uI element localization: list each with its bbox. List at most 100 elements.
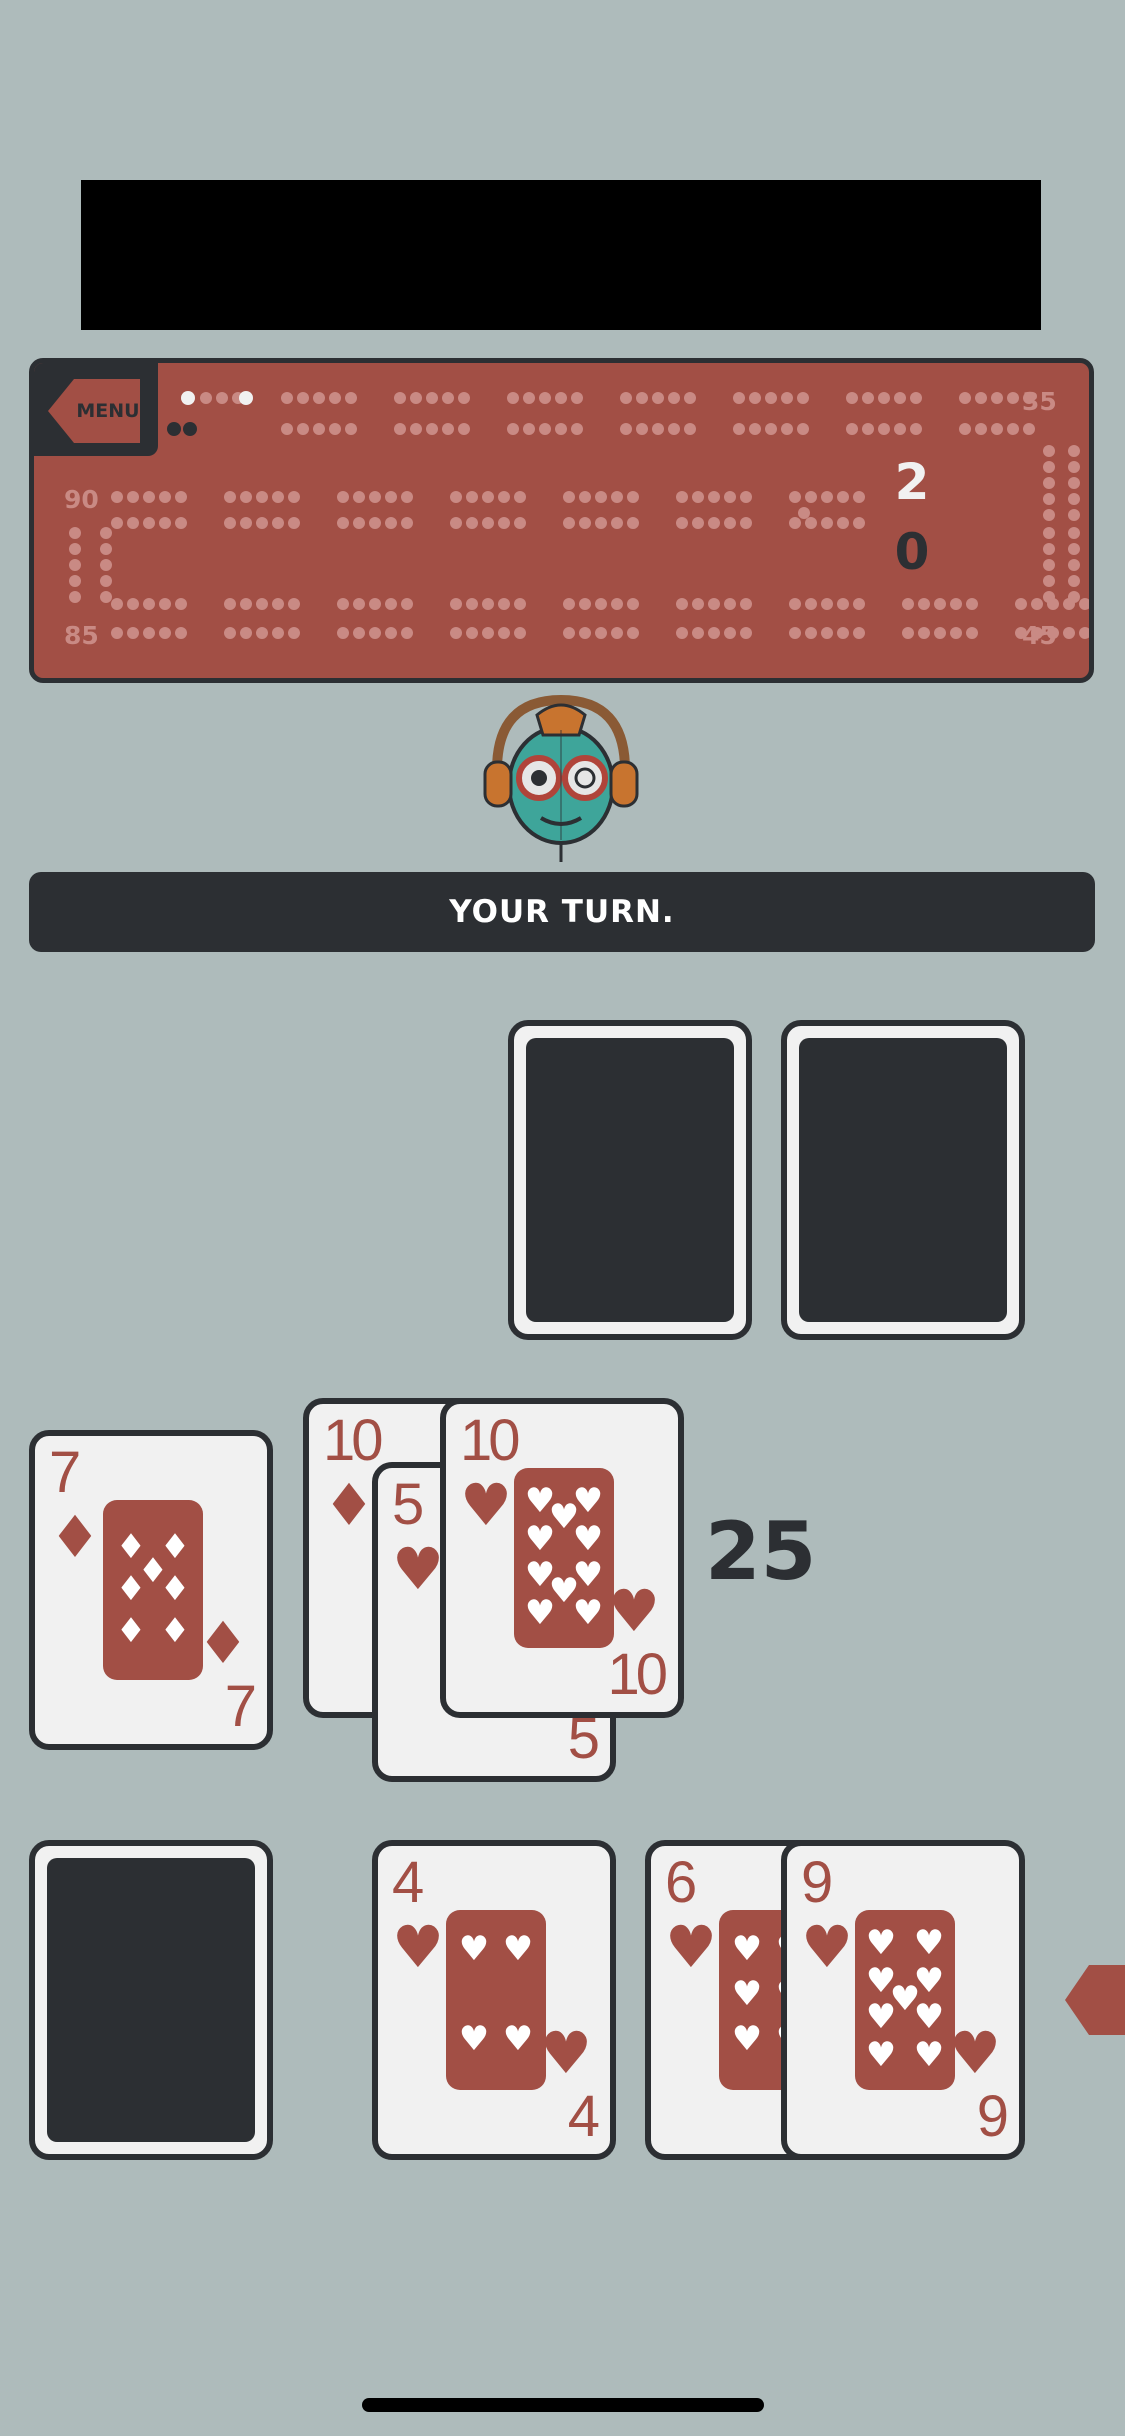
peg-hole: [523, 423, 535, 435]
ad-banner[interactable]: [81, 180, 1041, 330]
peg-hole: [200, 392, 212, 404]
peg-hole: [708, 627, 720, 639]
peg-hole: [353, 598, 365, 610]
peg-hole: [450, 598, 462, 610]
peg-hole: [1043, 559, 1055, 571]
peg-hole: [1068, 543, 1080, 555]
peg-hole: [385, 598, 397, 610]
board-number-90: 90: [64, 485, 99, 514]
peg-hole: [966, 627, 978, 639]
diamond-pip: ♦: [160, 1611, 190, 1651]
heart-icon: ♥: [392, 1535, 444, 1603]
peg-hole: [369, 517, 381, 529]
peg-hole: [450, 517, 462, 529]
peg-hole: [975, 423, 987, 435]
heart-pip: ♥: [866, 1997, 896, 2037]
hand-card-4-hearts[interactable]: 4 ♥ ♥ ♥ ♥ ♥ ♥ 4: [372, 1840, 616, 2160]
played-card-10-hearts: 10 ♥ ♥ ♥ ♥ ♥ ♥ ♥ ♥ ♥ ♥ ♥ ♥ 10: [440, 1398, 684, 1718]
peg-hole: [805, 627, 817, 639]
peg-hole: [1043, 575, 1055, 587]
peg-hole: [620, 392, 632, 404]
heart-icon: ♥: [608, 1577, 660, 1645]
peg-hole: [507, 392, 519, 404]
heart-icon: ♥: [460, 1471, 512, 1539]
peg-hole: [1068, 575, 1080, 587]
opponent-score: 0: [894, 523, 930, 581]
peg-hole: [482, 627, 494, 639]
peg-hole: [458, 392, 470, 404]
peg-hole: [627, 491, 639, 503]
board-number-85: 85: [64, 621, 99, 650]
peg-hole: [100, 575, 112, 587]
peg-hole: [652, 423, 664, 435]
peg-hole: [401, 627, 413, 639]
peg-hole: [183, 422, 197, 436]
peg-hole: [837, 598, 849, 610]
peg-hole: [240, 517, 252, 529]
peg-hole: [950, 627, 962, 639]
go-arrow-icon[interactable]: [1065, 1965, 1125, 2035]
peg-hole: [401, 598, 413, 610]
peg-hole: [708, 491, 720, 503]
peg-hole: [853, 598, 865, 610]
peg-hole: [240, 598, 252, 610]
peg-hole: [910, 423, 922, 435]
peg-hole: [846, 392, 858, 404]
peg-hole: [313, 423, 325, 435]
peg-hole: [272, 517, 284, 529]
peg-hole: [676, 517, 688, 529]
peg-hole: [749, 423, 761, 435]
peg-hole: [1031, 598, 1043, 610]
peg-hole: [902, 627, 914, 639]
hand-card-9-hearts[interactable]: 9 ♥ ♥ ♥ ♥ ♥ ♥ ♥ ♥ ♥ ♥ ♥ 9: [781, 1840, 1025, 2160]
heart-icon: ♥: [665, 1913, 717, 1981]
peg-hole: [224, 517, 236, 529]
peg-hole: [498, 491, 510, 503]
peg-hole: [272, 627, 284, 639]
peg-hole: [224, 627, 236, 639]
peg-hole: [1068, 461, 1080, 473]
peg-hole: [862, 423, 874, 435]
diamond-icon: ♦: [49, 1503, 101, 1571]
peg-hole: [256, 598, 268, 610]
peg-hole: [143, 598, 155, 610]
turn-status-bar: YOUR TURN.: [29, 872, 1095, 952]
heart-pip: ♥: [525, 1519, 555, 1559]
peg-hole: [563, 627, 575, 639]
peg-hole: [514, 598, 526, 610]
peg-hole: [781, 423, 793, 435]
peg-hole: [224, 491, 236, 503]
peg-hole: [514, 627, 526, 639]
peg-hole: [611, 627, 623, 639]
peg-hole: [555, 423, 567, 435]
peg-hole: [466, 598, 478, 610]
peg-hole: [579, 517, 591, 529]
peg-hole: [256, 491, 268, 503]
peg-hole: [805, 598, 817, 610]
peg-hole: [627, 598, 639, 610]
peg-hole: [789, 627, 801, 639]
peg-hole: [216, 392, 228, 404]
peg-hole: [337, 491, 349, 503]
peg-hole: [111, 598, 123, 610]
peg-hole: [394, 392, 406, 404]
peg-hole: [410, 423, 422, 435]
peg-hole: [668, 392, 680, 404]
peg-hole: [159, 627, 171, 639]
peg-hole: [159, 491, 171, 503]
peg-hole: [918, 627, 930, 639]
peg-hole: [1043, 461, 1055, 473]
card-rank: 9: [976, 2084, 1009, 2149]
peg-hole: [385, 627, 397, 639]
card-pips: ♦ ♦ ♦ ♦ ♦ ♦ ♦: [103, 1500, 203, 1680]
peg-hole: [789, 517, 801, 529]
peg-hole: [458, 423, 470, 435]
deck-card-back: [29, 1840, 273, 2160]
robot-avatar-icon[interactable]: [475, 690, 647, 862]
peg-hole: [595, 627, 607, 639]
peg-hole: [837, 517, 849, 529]
peg-hole: [100, 591, 112, 603]
diamond-pip: ♦: [160, 1569, 190, 1609]
card-rank: 6: [665, 1850, 697, 1915]
menu-button[interactable]: MENU: [48, 379, 140, 443]
